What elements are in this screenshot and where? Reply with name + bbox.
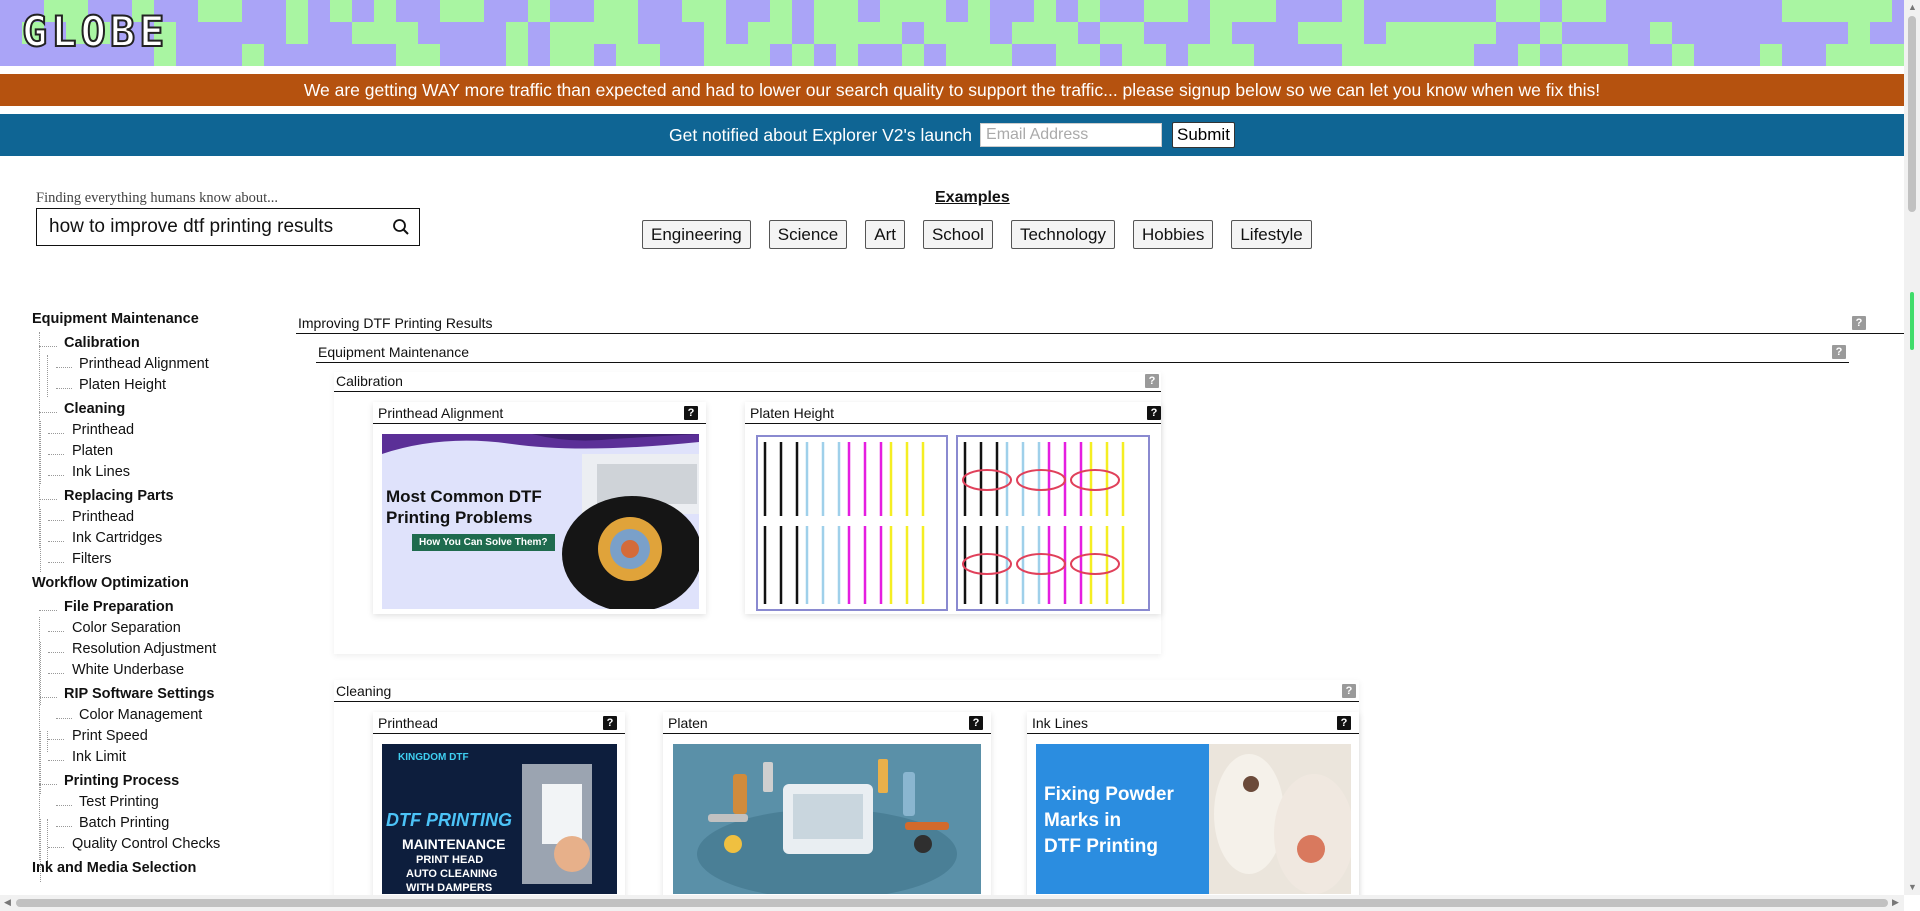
globe-logo[interactable]: GLOBE xyxy=(21,9,168,55)
help-icon[interactable]: ? xyxy=(1145,374,1159,388)
search-icon[interactable] xyxy=(383,218,419,236)
dtf-problems-thumbnail[interactable]: Most Common DTF Printing Problems How Yo… xyxy=(382,434,699,609)
sidebar-item-printhead-replace[interactable]: Printhead xyxy=(32,509,282,530)
chip-technology[interactable]: Technology xyxy=(1010,220,1115,249)
powder-marks-thumbnail[interactable]: Fixing Powder Marks in DTF Printing xyxy=(1036,744,1351,894)
sidebar-category-workflow-optimization[interactable]: Workflow Optimization xyxy=(32,575,282,596)
equipment-maintenance-title: Equipment Maintenance xyxy=(318,344,469,360)
help-icon[interactable]: ? xyxy=(969,716,983,730)
card-title: Printhead xyxy=(373,712,625,734)
dtf-maintenance-thumbnail[interactable]: KINGDOM DTF DTF PRINTING MAINTENANCE PRI… xyxy=(382,744,617,894)
sidebar-item-batch-printing[interactable]: Batch Printing xyxy=(32,815,282,836)
chip-school[interactable]: School xyxy=(922,220,993,249)
sidebar-item-printhead[interactable]: Printhead xyxy=(32,422,282,443)
sidebar-item-test-printing[interactable]: Test Printing xyxy=(32,794,282,815)
header-mosaic xyxy=(0,0,1904,66)
scroll-up-icon[interactable]: ▲ xyxy=(1908,2,1917,12)
root-section-header: Improving DTF Printing Results xyxy=(296,312,1908,334)
help-icon[interactable]: ? xyxy=(1852,316,1866,330)
chip-science[interactable]: Science xyxy=(768,220,848,249)
calibration-header: Calibration xyxy=(334,370,1161,392)
sidebar-item-ink-cartridges[interactable]: Ink Cartridges xyxy=(32,530,282,551)
sidebar-category-ink-and-media-selection[interactable]: Ink and Media Selection xyxy=(32,860,282,881)
topic-tree-sidebar: Equipment Maintenance Calibration Printh… xyxy=(32,311,282,882)
sidebar-item-print-speed[interactable]: Print Speed xyxy=(32,728,282,749)
card-printhead-cleaning[interactable]: Printhead ? KINGDOM DTF DTF PRINTING MAI… xyxy=(373,712,625,911)
horizontal-scrollbar[interactable]: ◀ ▶ xyxy=(0,895,1904,911)
submit-button[interactable]: Submit xyxy=(1172,122,1235,148)
sidebar-category-equipment-maintenance[interactable]: Equipment Maintenance xyxy=(32,311,282,332)
sidebar-item-white-underbase[interactable]: White Underbase xyxy=(32,662,282,683)
help-icon[interactable]: ? xyxy=(1832,345,1846,359)
sidebar-group-file-preparation[interactable]: File Preparation xyxy=(32,599,282,620)
search-caption: Finding everything humans know about... xyxy=(36,190,279,206)
traffic-notice-banner: We are getting WAY more traffic than exp… xyxy=(0,74,1904,106)
sidebar-group-printing-process[interactable]: Printing Process xyxy=(32,773,282,794)
root-section-title: Improving DTF Printing Results xyxy=(298,315,493,331)
calibration-title: Calibration xyxy=(336,373,403,389)
vertical-scroll-thumb[interactable] xyxy=(1908,16,1916,212)
nozzle-check-thumbnail[interactable] xyxy=(755,434,1151,612)
vertical-scrollbar[interactable]: ▲ ▼ xyxy=(1904,0,1920,895)
help-icon[interactable]: ? xyxy=(1147,406,1161,420)
sidebar-item-color-management[interactable]: Color Management xyxy=(32,707,282,728)
chip-lifestyle[interactable]: Lifestyle xyxy=(1231,220,1312,249)
help-icon[interactable]: ? xyxy=(603,716,617,730)
notify-label: Get notified about Explorer V2's launch xyxy=(669,124,973,145)
sidebar-group-replacing-parts[interactable]: Replacing Parts xyxy=(32,488,282,509)
cleaning-tools-thumbnail[interactable] xyxy=(673,744,981,894)
sidebar-item-ink-lines[interactable]: Ink Lines xyxy=(32,464,282,485)
sidebar-group-cleaning[interactable]: Cleaning xyxy=(32,401,282,422)
search-input[interactable]: how to improve dtf printing results xyxy=(36,208,420,246)
signup-banner: Get notified about Explorer V2's launch … xyxy=(0,114,1904,156)
examples-title: Examples xyxy=(935,189,1010,206)
chip-engineering[interactable]: Engineering xyxy=(642,220,751,249)
cleaning-header: Cleaning xyxy=(334,680,1359,702)
help-icon[interactable]: ? xyxy=(1337,716,1351,730)
horizontal-scroll-thumb[interactable] xyxy=(16,899,1888,907)
card-platen-height[interactable]: Platen Height ? xyxy=(745,402,1161,614)
sidebar-group-calibration[interactable]: Calibration xyxy=(32,335,282,356)
card-ink-lines[interactable]: Ink Lines ? Fixing Powder Marks in DTF P… xyxy=(1027,712,1359,911)
chip-hobbies[interactable]: Hobbies xyxy=(1132,220,1214,249)
sidebar-item-printhead-alignment[interactable]: Printhead Alignment xyxy=(32,356,282,377)
card-platen-cleaning[interactable]: Platen ? xyxy=(663,712,991,911)
equipment-maintenance-header: Equipment Maintenance xyxy=(316,341,1849,363)
card-title: Platen Height xyxy=(745,402,1161,424)
search-value[interactable]: how to improve dtf printing results xyxy=(37,216,383,238)
sidebar-item-resolution-adjustment[interactable]: Resolution Adjustment xyxy=(32,641,282,662)
sidebar-item-quality-control-checks[interactable]: Quality Control Checks xyxy=(32,836,282,857)
scroll-position-marker xyxy=(1910,292,1914,350)
email-field[interactable] xyxy=(980,123,1163,147)
sidebar-item-ink-limit[interactable]: Ink Limit xyxy=(32,749,282,770)
card-title: Ink Lines xyxy=(1027,712,1359,734)
cleaning-title: Cleaning xyxy=(336,683,392,699)
card-printhead-alignment[interactable]: Printhead Alignment ? Most Common DTF Pr… xyxy=(373,402,706,614)
scroll-down-icon[interactable]: ▼ xyxy=(1908,882,1917,892)
scroll-left-icon[interactable]: ◀ xyxy=(4,897,11,908)
card-title: Platen xyxy=(663,712,991,734)
help-icon[interactable]: ? xyxy=(1342,684,1356,698)
sidebar-item-color-separation[interactable]: Color Separation xyxy=(32,620,282,641)
traffic-notice-text: We are getting WAY more traffic than exp… xyxy=(303,79,1601,100)
scroll-right-icon[interactable]: ▶ xyxy=(1892,897,1899,908)
help-icon[interactable]: ? xyxy=(684,406,698,420)
sidebar-group-rip-software-settings[interactable]: RIP Software Settings xyxy=(32,686,282,707)
sidebar-item-platen[interactable]: Platen xyxy=(32,443,282,464)
sidebar-item-filters[interactable]: Filters xyxy=(32,551,282,572)
chip-art[interactable]: Art xyxy=(865,220,905,249)
example-chips: Engineering Science Art School Technolog… xyxy=(642,220,1330,249)
sidebar-item-platen-height[interactable]: Platen Height xyxy=(32,377,282,398)
card-title: Printhead Alignment xyxy=(373,402,706,424)
